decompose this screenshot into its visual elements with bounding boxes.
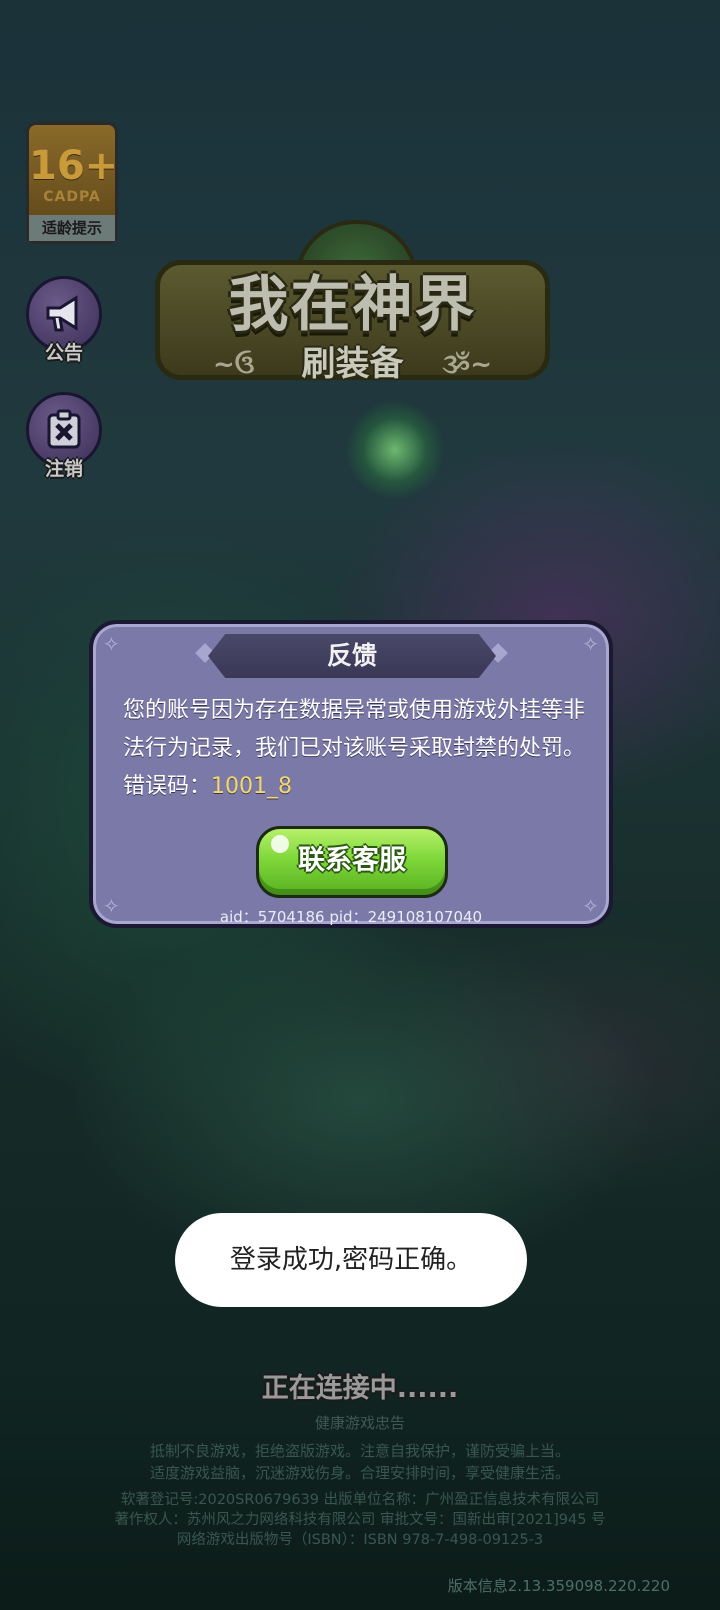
logo-title: 我在神界 — [228, 270, 477, 340]
login-toast: 登录成功,密码正确。 — [175, 1213, 527, 1307]
dialog-title: 反馈 — [208, 634, 496, 678]
cancel-account-label: 注销 — [44, 458, 83, 480]
age-rating: 16+ — [29, 143, 119, 189]
game-logo: 我在神界 ~ઉ 刷装备 ૐ~ — [155, 220, 550, 420]
announcement-label: 公告 — [44, 342, 83, 364]
ban-message-text: 您的账号因为存在数据异常或使用游戏外挂等非法行为记录，我们已对该账号采取封禁的处… — [123, 698, 586, 799]
age-tip-label: 适龄提示 — [29, 215, 115, 241]
announcement-button[interactable]: 公告 — [24, 276, 104, 365]
contact-support-label: 联系客服 — [298, 845, 406, 876]
health-notice-title: 健康游戏忠告 — [314, 1414, 405, 1432]
logo-ornament-right: ૐ~ — [442, 350, 492, 380]
legal-line: 网络游戏出版物号（ISBN）：ISBN 978-7-498-09125-3 — [176, 1532, 544, 1548]
legal-info: 软著登记号:2020SR0679639 出版单位名称：广州盈正信息技术有限公司 … — [0, 1490, 720, 1550]
rating-org: CADPA — [43, 189, 101, 205]
health-notice: 抵制不良游戏，拒绝盗版游戏。注意自我保护，谨防受骗上当。 适度游戏益脑，沉迷游戏… — [0, 1440, 720, 1484]
health-notice-line: 抵制不良游戏，拒绝盗版游戏。注意自我保护，谨防受骗上当。 — [149, 1442, 570, 1460]
corner-ornament: ✧ — [103, 632, 120, 656]
cancel-account-button[interactable]: 注销 — [24, 392, 104, 481]
version-info: 版本信息2.13.359098.220.220 — [447, 1577, 670, 1595]
account-ids: aid：5704186 pid：249108107040 — [219, 908, 483, 926]
error-code: 1001_8 — [211, 774, 293, 799]
contact-support-button[interactable]: 联系客服 — [256, 826, 448, 898]
connecting-status: 正在连接中...... — [261, 1373, 459, 1404]
corner-ornament: ✧ — [582, 632, 599, 656]
feedback-dialog: ✧ ✧ ✧ ✧ 反馈 您的账号因为存在数据异常或使用游戏外挂等非法行为记录，我们… — [89, 620, 613, 928]
legal-line: 软著登记号:2020SR0679639 出版单位名称：广州盈正信息技术有限公司 — [120, 1492, 600, 1508]
health-notice-line: 适度游戏益脑，沉迷游戏伤身。合理安排时间，享受健康生活。 — [149, 1464, 570, 1482]
age-rating-badge[interactable]: 16+ CADPA 适龄提示 — [26, 122, 118, 244]
dialog-message: 您的账号因为存在数据异常或使用游戏外挂等非法行为记录，我们已对该账号采取封禁的处… — [123, 692, 593, 806]
legal-line: 著作权人：苏州风之力网络科技有限公司 审批文号：国新出审[2021]945 号 — [114, 1512, 606, 1528]
button-shine — [271, 835, 289, 853]
